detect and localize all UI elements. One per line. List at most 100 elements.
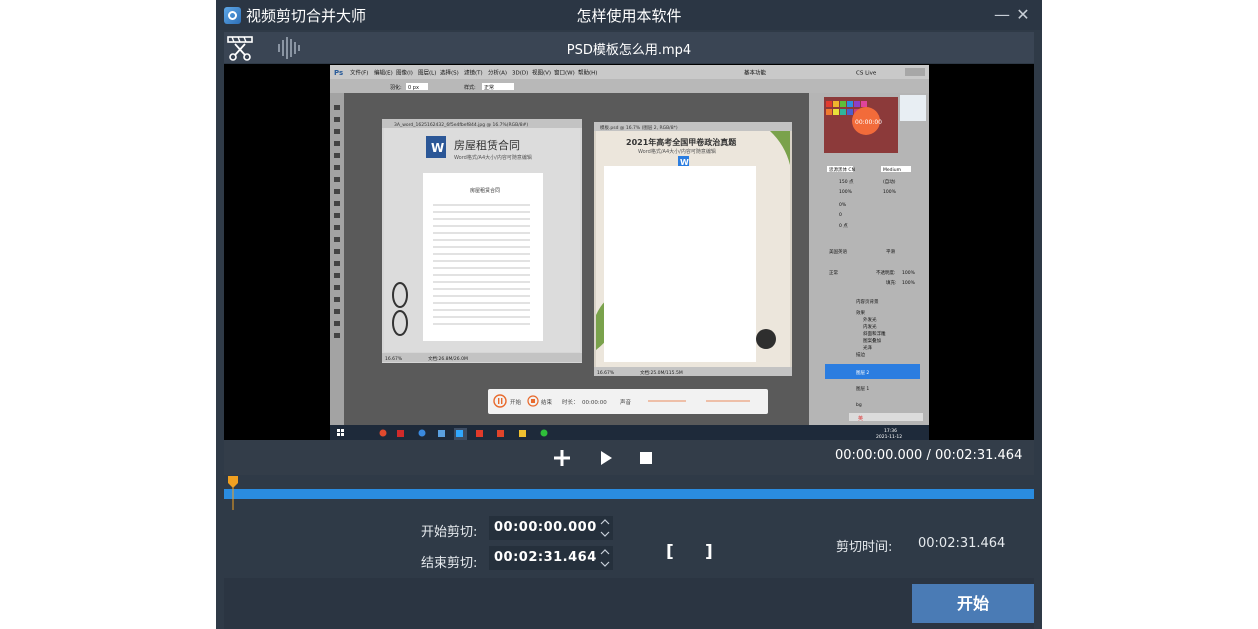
end-cut-up-icon[interactable] [597,546,613,558]
add-file-icon[interactable] [550,446,574,470]
rec-sound-label: 声音 [620,398,632,406]
ps-cs-live: CS Live [856,71,877,77]
ps-scale-v: 100% [839,189,853,195]
layer-item: 内发光 [863,323,877,330]
total-time: 00:02:31.464 [935,448,1023,463]
rec-start-label: 开始 [510,398,522,406]
ps-menu-item: 图像(I) [396,69,413,77]
playhead-marker[interactable] [227,475,239,511]
cut-duration-value: 00:02:31.464 [918,536,1006,551]
ps-menu-item: 窗口(W) [554,69,575,77]
video-frame: Ps 文件(F) 编辑(E) 图像(I) 图层(L) 选择(S) 滤镜(T) 分… [330,65,929,440]
ps-baseline: 0 点 [839,223,848,229]
layer-item: 图案叠加 [863,337,881,344]
layer-item-selected: 图层 2 [856,370,869,376]
start-cut-label: 开始剪切: [421,525,478,540]
start-cut-stepper [597,516,613,540]
start-cut-input[interactable]: 00:00:00.000 [489,516,602,540]
playback-timecode: 00:00:00.000 / 00:02:31.464 [835,448,1022,463]
ps-fill: 100% [902,280,916,286]
ps-opacity: 100% [902,270,916,276]
doc1-subtitle: Word格式/A4大小/内容可随意编辑 [454,154,532,161]
start-cut-up-icon[interactable] [597,516,613,528]
title-bar[interactable]: 视频剪切合并大师 怎样使用本软件 — ✕ [216,0,1042,30]
doc1-tab: 3A_word_1625162432_6f5e4fbef844.jpg @ 16… [394,122,528,128]
tray-ime: 英 [858,415,863,422]
ps-antialias: 平滑 [886,248,895,255]
end-cut-label: 结束剪切: [421,556,478,571]
ps-kerning: 0 [839,212,842,218]
ps-font-weight: Medium [883,167,901,173]
rec-length-label: 时长： [562,398,579,406]
doc1-page-heading: 房屋租赁合同 [470,187,500,194]
ps-menu-item: 滤镜(T) [464,69,483,77]
ps-menu-item: 帮助(H) [578,69,597,77]
set-end-bracket-button[interactable]: ] [705,542,713,562]
layer-item: 斜面和浮雕 [863,330,886,337]
main-window: 视频剪切合并大师 怎样使用本软件 — ✕ PSD模板怎么用.mp4 Ps 文件(… [216,0,1042,629]
doc2-tab: 模板.psd @ 16.7% (图层 2, RGB/8*) [600,124,678,131]
layer-item: bg [856,402,862,408]
file-name: PSD模板怎么用.mp4 [566,43,692,58]
end-cut-down-icon[interactable] [597,558,613,570]
end-cut-stepper [597,546,613,570]
ps-language: 美国英语 [829,248,847,255]
tray-time: 17:36 [884,428,897,434]
set-start-bracket-button[interactable]: [ [666,542,674,562]
timeline-track[interactable] [224,489,1034,499]
time-separator: / [926,448,931,463]
svg-text:W: W [431,141,444,155]
ps-menu-item: 编辑(E) [374,69,393,77]
start-cut-down-icon[interactable] [597,528,613,540]
cut-duration-label: 剪切时间: [836,540,893,555]
footer-bar: 开始 [224,578,1034,629]
doc1-info: 文档:26.8M/26.0M [428,355,468,362]
ps-menu-item: 3D(D) [512,71,528,77]
svg-text:Ps: Ps [334,69,343,77]
start-button[interactable]: 开始 [912,584,1034,623]
playback-controls: 00:00:00.000 / 00:02:31.464 [224,440,1034,475]
current-time: 00:00:00.000 [835,448,923,463]
layer-item: 图层 1 [856,386,869,392]
ps-opacity-label: 不透明度: [876,269,896,276]
ps-fill-label: 填充: [886,279,897,286]
timeline-panel [224,475,1034,578]
doc2-title: 2021年高考全国甲卷政治真题 [626,137,737,147]
video-preview[interactable]: Ps 文件(F) 编辑(E) 图像(I) 图层(L) 选择(S) 滤镜(T) 分… [224,64,1034,440]
stop-icon[interactable] [634,446,658,470]
ps-menu-item: 文件(F) [350,69,368,77]
ps-tracking: 0% [839,202,847,208]
layer-item: 描边 [856,351,865,358]
ps-font-family: 思源黑体 CN [829,166,855,173]
toolbar: PSD模板怎么用.mp4 [224,32,1034,63]
doc2-info: 文档:25.0M/115.5M [640,369,683,376]
close-button[interactable]: ✕ [1011,4,1035,26]
ps-style-label: 样式: [464,84,476,91]
ps-scale-h: 100% [883,189,897,195]
ps-font-size: 150 点 [839,179,854,185]
ps-essentials: 基本功能 [744,69,767,77]
rec-length-value: 00:00:00 [582,400,607,406]
ps-menu-item: 选择(S) [440,69,459,77]
ps-blend-mode: 正常 [829,269,838,276]
ps-menu-item: 视图(V) [532,69,551,77]
ps-leading: (自动) [883,178,896,185]
rec-stop-label: 结束 [541,398,553,406]
layer-item: 外发光 [863,316,877,323]
play-icon[interactable] [593,446,617,470]
svg-text:W: W [680,158,689,167]
doc1-zoom: 16.67% [385,356,403,362]
doc1-title: 房屋租赁合同 [454,138,520,152]
ps-menu-item: 分析(A) [488,69,507,77]
ps-style-value: 正常 [484,84,494,91]
layer-item: 光泽 [863,344,872,351]
doc2-subtitle: Word格式/A4大小/内容可随意编辑 [638,148,716,155]
doc2-zoom: 16.67% [597,370,615,376]
layer-item: 内容页背景 [856,298,879,305]
layer-item: 效果 [856,309,865,316]
ps-menu-item: 图层(L) [418,69,436,77]
window-title: 怎样使用本软件 [576,7,682,25]
end-cut-input[interactable]: 00:02:31.464 [489,546,602,570]
ps-feather-label: 羽化: [390,84,402,91]
ps-feather-value: 0 px [408,85,419,91]
